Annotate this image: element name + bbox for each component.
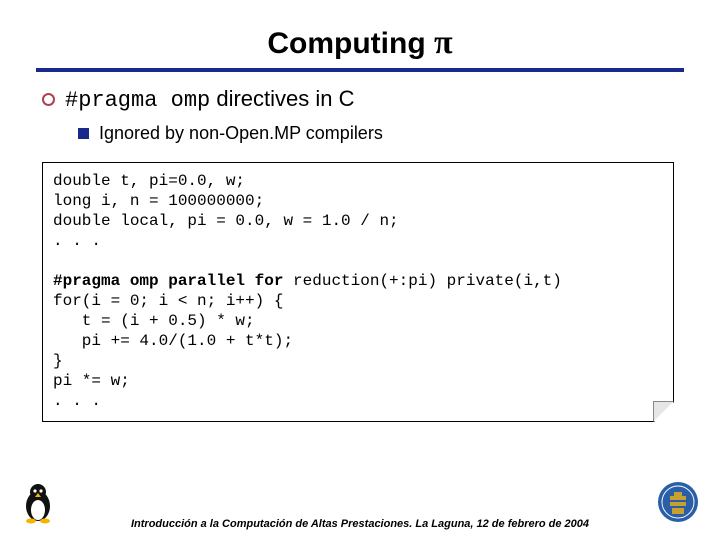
code-line: pi += 4.0/(1.0 + t*t); bbox=[53, 332, 293, 350]
code-line: long i, n = 100000000; bbox=[53, 192, 264, 210]
title-underline bbox=[36, 68, 684, 72]
circle-bullet-icon bbox=[42, 93, 55, 106]
bullet-1-text: #pragma omp directives in C bbox=[65, 86, 355, 113]
bullet-level-1: #pragma omp directives in C bbox=[42, 86, 684, 113]
slide: Computing π #pragma omp directives in C … bbox=[0, 0, 720, 540]
code-line: } bbox=[53, 352, 63, 370]
footer-text: Introducción a la Computación de Altas P… bbox=[0, 518, 720, 530]
code-line: . . . bbox=[53, 232, 101, 250]
inline-code: #pragma omp bbox=[65, 88, 210, 113]
code-line: . . . bbox=[53, 392, 101, 410]
code-line: pi *= w; bbox=[53, 372, 130, 390]
page-fold-icon bbox=[654, 402, 674, 422]
pi-symbol: π bbox=[434, 24, 453, 61]
slide-title: Computing π bbox=[36, 24, 684, 68]
square-bullet-icon bbox=[78, 128, 89, 139]
code-line: double local, pi = 0.0, w = 1.0 / n; bbox=[53, 212, 399, 230]
bullet-1-rest: directives in C bbox=[210, 86, 354, 111]
code-line: t = (i + 0.5) * w; bbox=[53, 312, 255, 330]
bullet-2-text: Ignored by non-Open.MP compilers bbox=[99, 123, 383, 144]
title-text: Computing bbox=[267, 27, 434, 60]
code-line: reduction(+:pi) private(i,t) bbox=[283, 272, 561, 290]
bullet-level-2: Ignored by non-Open.MP compilers bbox=[78, 123, 684, 144]
code-block: double t, pi=0.0, w; long i, n = 1000000… bbox=[53, 171, 663, 411]
code-line-bold: #pragma omp parallel for bbox=[53, 272, 283, 290]
code-line: for(i = 0; i < n; i++) { bbox=[53, 292, 283, 310]
code-box: double t, pi=0.0, w; long i, n = 1000000… bbox=[42, 162, 674, 422]
code-line: double t, pi=0.0, w; bbox=[53, 172, 245, 190]
